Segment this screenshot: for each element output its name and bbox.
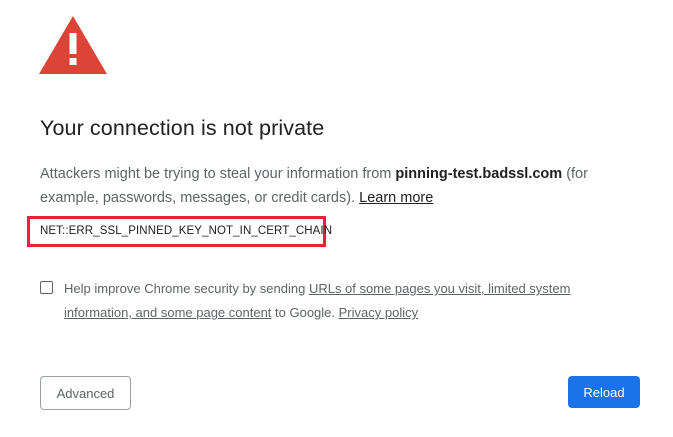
page-title: Your connection is not private xyxy=(40,116,325,140)
message-prefix: Attackers might be trying to steal your … xyxy=(40,166,396,182)
error-code: NET::ERR_SSL_PINNED_KEY_NOT_IN_CERT_CHAI… xyxy=(40,225,333,237)
main-message: Attackers might be trying to steal your … xyxy=(40,162,640,210)
host-name: pinning-test.badssl.com xyxy=(395,166,563,182)
warning-icon xyxy=(39,16,107,74)
optin-prefix: Help improve Chrome security by sending xyxy=(64,281,309,296)
reload-button[interactable]: Reload xyxy=(568,376,640,408)
privacy-policy-link[interactable]: Privacy policy xyxy=(339,305,418,320)
optin-middle: to Google. xyxy=(271,305,339,320)
learn-more-link[interactable]: Learn more xyxy=(359,190,433,206)
help-improve-checkbox[interactable] xyxy=(40,281,53,294)
advanced-button[interactable]: Advanced xyxy=(40,376,131,410)
help-improve-text: Help improve Chrome security by sending … xyxy=(64,277,624,325)
interstitial-page: Your connection is not private Attackers… xyxy=(0,0,673,437)
